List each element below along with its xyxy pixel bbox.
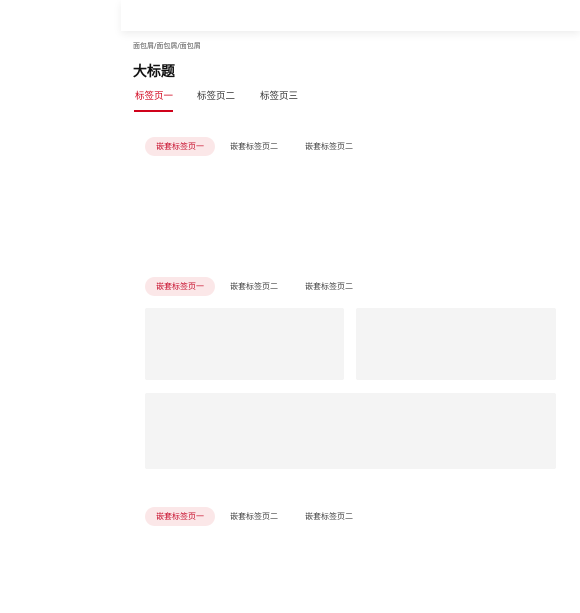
nested-tab-two[interactable]: 嵌套标签页二 [230, 507, 278, 526]
nested-tab-two[interactable]: 嵌套标签页二 [230, 137, 278, 156]
nested-tab-three[interactable]: 嵌套标签页二 [305, 277, 353, 296]
nested-tabs-group-1: 嵌套标签页一 嵌套标签页二 嵌套标签页二 [145, 137, 385, 156]
page-title: 大标题 [133, 64, 175, 80]
nested-tab-three[interactable]: 嵌套标签页二 [305, 137, 353, 156]
nested-tabs-group-3: 嵌套标签页一 嵌套标签页二 嵌套标签页二 [145, 507, 385, 526]
nested-tab-one[interactable]: 嵌套标签页一 [145, 277, 215, 296]
tab-three[interactable]: 标签页三 [260, 90, 298, 104]
main-tabs: 标签页一 标签页二 标签页三 [133, 90, 333, 112]
active-tab-indicator [134, 110, 173, 112]
main-content: 面包屑/面包屑/面包屑 大标题 标签页一 标签页二 标签页三 嵌套标签页一 嵌套… [121, 0, 580, 613]
top-header-bar [121, 0, 580, 31]
breadcrumb: 面包屑/面包屑/面包屑 [133, 41, 201, 51]
content-card [356, 308, 556, 380]
tab-two[interactable]: 标签页二 [197, 90, 235, 104]
nested-tabs-group-2: 嵌套标签页一 嵌套标签页二 嵌套标签页二 [145, 277, 385, 296]
content-card [145, 308, 344, 380]
content-card-wide [145, 393, 556, 469]
tab-one[interactable]: 标签页一 [135, 90, 173, 104]
breadcrumb-item[interactable]: 面包屑 [180, 42, 201, 50]
nested-tab-one[interactable]: 嵌套标签页一 [145, 137, 215, 156]
nested-tab-two[interactable]: 嵌套标签页二 [230, 277, 278, 296]
sidebar [0, 0, 121, 613]
breadcrumb-item[interactable]: 面包屑 [156, 42, 177, 50]
nested-tab-one[interactable]: 嵌套标签页一 [145, 507, 215, 526]
nested-tab-three[interactable]: 嵌套标签页二 [305, 507, 353, 526]
breadcrumb-item[interactable]: 面包屑 [133, 42, 154, 50]
